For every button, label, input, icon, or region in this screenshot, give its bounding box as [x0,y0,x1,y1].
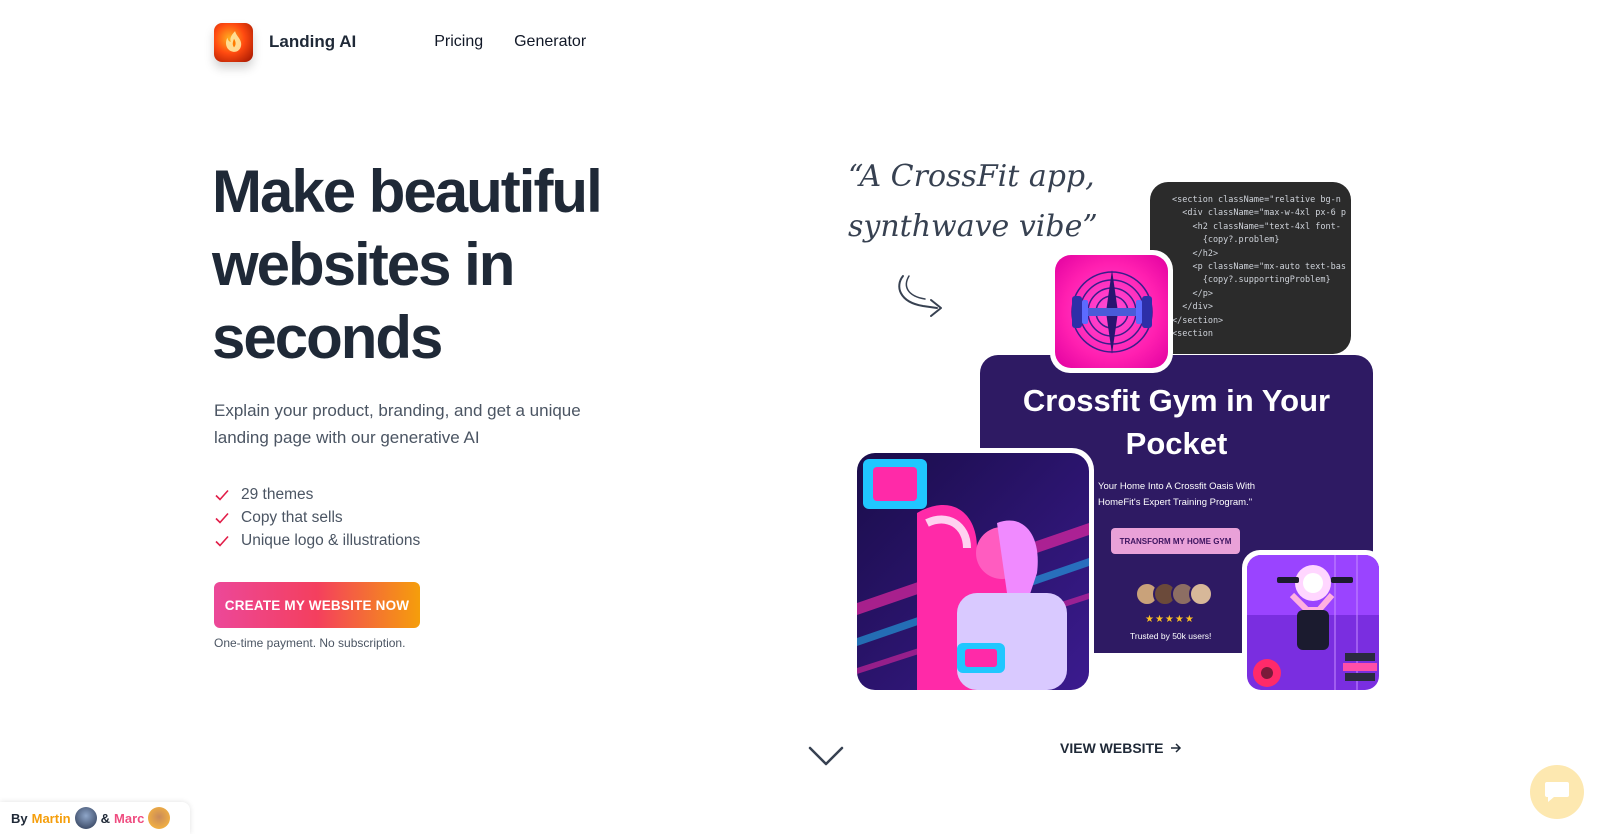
code-line: {copy?.supportingProblem} [1172,275,1331,286]
code-line: <p className="mx-auto text-bas [1172,262,1346,273]
byline-by: By [11,810,28,826]
avatar [1189,582,1213,606]
feature-label: Copy that sells [241,508,343,526]
arrow-right-icon [1171,743,1182,753]
code-line: <h2 className="text-4xl font- [1172,221,1341,232]
create-website-button[interactable]: CREATE MY WEBSITE NOW [214,582,420,628]
curved-arrow-icon [898,275,942,317]
brand-name[interactable]: Landing AI [269,32,356,52]
workout-illustration-image [1247,555,1379,690]
check-icon [215,489,229,501]
prompt-quote: “A CrossFit app, synthwave vibe” [848,152,1098,252]
author-byline: By Martin & Marc [0,802,190,834]
hero-subtitle: Explain your product, branding, and get … [214,401,581,447]
top-nav: Landing AI Pricing Generator [214,22,586,62]
chevron-down-icon[interactable] [808,745,844,767]
author-link-marc[interactable]: Marc [114,811,144,826]
workout-illustration [1242,550,1384,695]
trusted-text: Trusted by 50k users! [1130,631,1212,641]
author-link-martin[interactable]: Martin [32,811,71,826]
feature-label: Unique logo & illustrations [241,531,421,549]
chat-icon [1545,782,1569,802]
feature-label: 29 themes [241,485,314,503]
code-line: </h2> [1172,248,1219,259]
athlete-illustration-image [857,453,1089,690]
feature-item: Unique logo & illustrations [214,529,420,552]
avatar [74,807,97,829]
code-line: <section [1172,329,1213,340]
code-line: <section className="relative bg-n [1172,195,1341,205]
feature-item: 29 themes [214,483,420,506]
user-avatars [1135,582,1213,606]
barbell-icon [1070,269,1153,354]
nav-links: Pricing Generator [434,33,586,51]
view-website-link[interactable]: VIEW WEBSITE [1060,740,1182,756]
athlete-illustration [852,448,1094,695]
code-line: </p> [1172,288,1213,299]
flame-icon [225,31,241,52]
feature-list: 29 themes Copy that sells Unique logo & … [214,483,420,552]
nav-link-pricing[interactable]: Pricing [434,33,483,51]
code-preview: <section className="relative bg-n <div c… [1150,182,1351,354]
nav-link-generator[interactable]: Generator [514,33,586,51]
view-website-label: VIEW WEBSITE [1060,740,1164,756]
feature-item: Copy that sells [214,506,420,529]
avatar [148,807,171,829]
code-line: <div className="max-w-4xl px-6 p [1172,208,1346,219]
code-line: {copy?.problem} [1172,235,1280,246]
check-icon [215,535,229,547]
transform-gym-button: TRANSFORM MY HOME GYM [1111,528,1240,554]
check-icon [215,512,229,524]
code-line: </section> [1172,315,1224,326]
hero-title: Make beautiful websites in seconds [212,158,603,371]
code-line: </div> [1172,302,1213,313]
app-icon-preview [1050,250,1173,373]
byline-amp: & [100,810,111,826]
chat-widget-button[interactable] [1530,765,1584,819]
cta-note: One-time payment. No subscription. [214,636,406,650]
quote-line: synthwave vibe” [848,209,1098,244]
rating-stars: ★★★★★ [1145,614,1195,625]
quote-line: “A CrossFit app, [848,159,1095,194]
logo[interactable] [214,22,253,62]
site-description: Your Home Into A Crossfit Oasis With Hom… [1098,481,1255,508]
